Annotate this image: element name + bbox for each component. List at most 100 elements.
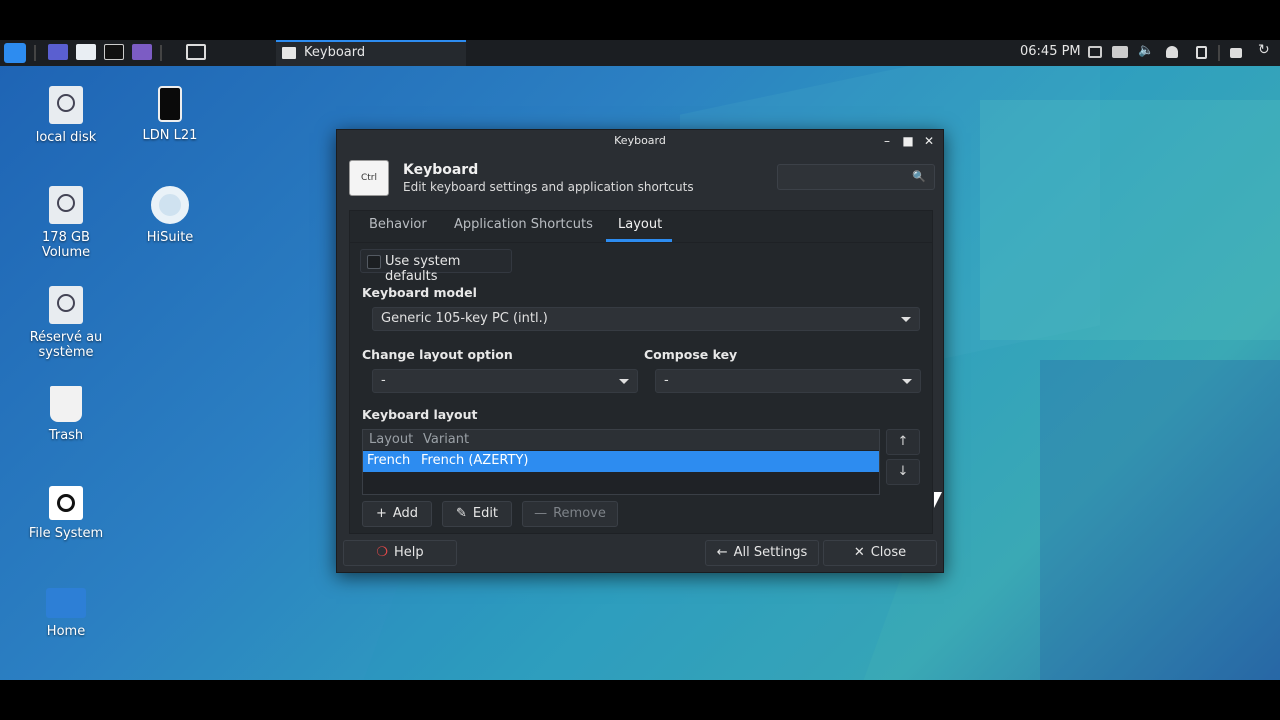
arrow-left-icon: ←	[716, 545, 728, 560]
taskbar-window-keyboard[interactable]: Keyboard	[276, 40, 466, 66]
drive-icon	[49, 186, 83, 224]
move-down-button[interactable]: ↓	[886, 459, 920, 485]
drive-icon	[49, 86, 83, 124]
desktop-icon-local-disk[interactable]: local disk	[16, 86, 116, 145]
tab-behavior[interactable]: Behavior	[369, 217, 427, 232]
file-manager-icon[interactable]	[76, 44, 96, 60]
close-icon: ✕	[853, 545, 865, 560]
minimize-button[interactable]: –	[879, 133, 895, 149]
desktop-icon-phone[interactable]: LDN L21	[120, 86, 220, 143]
use-system-defaults-label: Use system defaults	[385, 254, 461, 284]
row-variant-cell: French (AZERTY)	[421, 453, 529, 468]
ctrl-key-icon: Ctrl	[349, 160, 389, 196]
keyboard-layout-label: Keyboard layout	[362, 407, 478, 422]
keyboard-window-icon	[282, 47, 296, 59]
desktop-icon-file-system[interactable]: File System	[16, 486, 116, 541]
desktop-icon-label: Home	[46, 624, 86, 639]
notification-bell-icon[interactable]	[1166, 46, 1178, 58]
file-system-icon	[49, 486, 83, 520]
desktop-icon-label: 178 GB Volume	[41, 230, 91, 260]
tab-layout[interactable]: Layout	[618, 217, 662, 232]
terminal-icon[interactable]	[104, 44, 124, 60]
panel-separator	[160, 45, 162, 61]
close-button[interactable]: ✕ Close	[823, 540, 937, 566]
minus-icon: —	[534, 506, 548, 521]
remove-button-label: Remove	[553, 506, 606, 521]
change-layout-option-value: -	[381, 373, 386, 388]
window-title: Keyboard	[614, 134, 666, 147]
desktop-icon-volume[interactable]: 178 GB Volume	[16, 186, 116, 260]
arrow-up-icon: ↑	[897, 434, 909, 449]
compose-key-select[interactable]: -	[655, 369, 921, 393]
all-settings-button-label: All Settings	[733, 545, 808, 560]
change-layout-option-select[interactable]: -	[372, 369, 638, 393]
keyboard-model-select[interactable]: Generic 105-key PC (intl.)	[372, 307, 920, 331]
column-header-variant[interactable]: Variant	[423, 432, 469, 447]
desktop-icon-label: Réservé au système	[29, 330, 103, 360]
window-titlebar[interactable]: Keyboard – ■ ✕	[337, 130, 943, 152]
desktop-icon-label: HiSuite	[146, 230, 194, 245]
add-button-label: Add	[392, 506, 419, 521]
clock[interactable]: 06:45 PM	[1020, 44, 1081, 59]
keyboard-model-value: Generic 105-key PC (intl.)	[381, 311, 548, 326]
start-menu-icon[interactable]	[4, 43, 26, 63]
screenshot-app-icon[interactable]	[132, 44, 152, 60]
desktop-icon-label: LDN L21	[142, 128, 198, 143]
clipboard-icon[interactable]	[1196, 46, 1207, 59]
arrow-down-icon: ↓	[897, 464, 909, 479]
move-up-button[interactable]: ↑	[886, 429, 920, 455]
pencil-icon: ✎	[455, 506, 467, 521]
close-button-label: Close	[870, 545, 907, 560]
display-icon[interactable]	[1088, 46, 1102, 58]
dialog-header: Ctrl Keyboard Edit keyboard settings and…	[337, 152, 943, 204]
wallpaper-shape	[1040, 360, 1280, 680]
use-system-defaults-toggle[interactable]: Use system defaults	[360, 249, 512, 284]
add-layout-button[interactable]: + Add	[362, 501, 432, 527]
desktop-icon-reserve[interactable]: Réservé au système	[16, 286, 116, 360]
desktop-icon-label: Trash	[48, 428, 84, 443]
keyboard-layout-list[interactable]: Layout Variant French French (AZERTY)	[362, 429, 880, 495]
top-panel: Keyboard 06:45 PM 🔈 ↻	[0, 40, 1280, 66]
camera-icon[interactable]	[1112, 46, 1128, 58]
chevron-down-icon	[619, 379, 629, 384]
keyboard-settings-window: Keyboard – ■ ✕ Ctrl Keyboard Edit keyboa…	[336, 129, 944, 573]
volume-icon[interactable]: 🔈	[1138, 43, 1154, 58]
drive-icon	[49, 286, 83, 324]
search-input[interactable]: 🔍	[777, 164, 935, 190]
dialog-title: Keyboard	[403, 162, 479, 178]
table-row[interactable]: French French (AZERTY)	[363, 451, 879, 472]
panel-separator	[1218, 45, 1220, 61]
help-button[interactable]: ❍ Help	[343, 540, 457, 566]
desktop-icon-hisuite[interactable]: HiSuite	[120, 186, 220, 245]
workspace-icon[interactable]	[48, 44, 68, 60]
help-button-label: Help	[394, 545, 424, 560]
disc-icon	[151, 186, 189, 224]
taskbar-window-label: Keyboard	[304, 45, 366, 60]
phone-icon	[158, 86, 182, 122]
column-header-layout[interactable]: Layout	[369, 432, 413, 447]
restart-icon[interactable]: ↻	[1258, 42, 1270, 58]
list-header: Layout Variant	[363, 430, 879, 450]
tab-application-shortcuts[interactable]: Application Shortcuts	[454, 217, 593, 232]
use-system-defaults-checkbox[interactable]	[367, 255, 381, 269]
search-icon: 🔍	[912, 170, 926, 183]
desktop-icon-home[interactable]: Home	[16, 588, 116, 639]
panel-separator	[34, 45, 36, 61]
close-window-button[interactable]: ✕	[921, 133, 937, 149]
chevron-down-icon	[901, 317, 911, 322]
compose-key-value: -	[664, 373, 669, 388]
wallpaper-shape	[980, 100, 1280, 340]
desktop-icon-label: local disk	[35, 130, 97, 145]
desktop-icon-label: File System	[28, 526, 104, 541]
maximize-button[interactable]: ■	[900, 133, 916, 149]
desktop-icon-trash[interactable]: Trash	[16, 386, 116, 443]
all-settings-button[interactable]: ← All Settings	[705, 540, 819, 566]
trash-icon	[50, 386, 82, 422]
mouse-pointer-icon	[934, 492, 942, 508]
show-desktop-icon[interactable]	[186, 44, 206, 60]
edit-layout-button[interactable]: ✎ Edit	[442, 501, 512, 527]
lock-icon[interactable]	[1230, 48, 1242, 58]
plus-icon: +	[375, 506, 387, 521]
remove-layout-button[interactable]: — Remove	[522, 501, 618, 527]
dialog-subtitle: Edit keyboard settings and application s…	[403, 180, 694, 194]
